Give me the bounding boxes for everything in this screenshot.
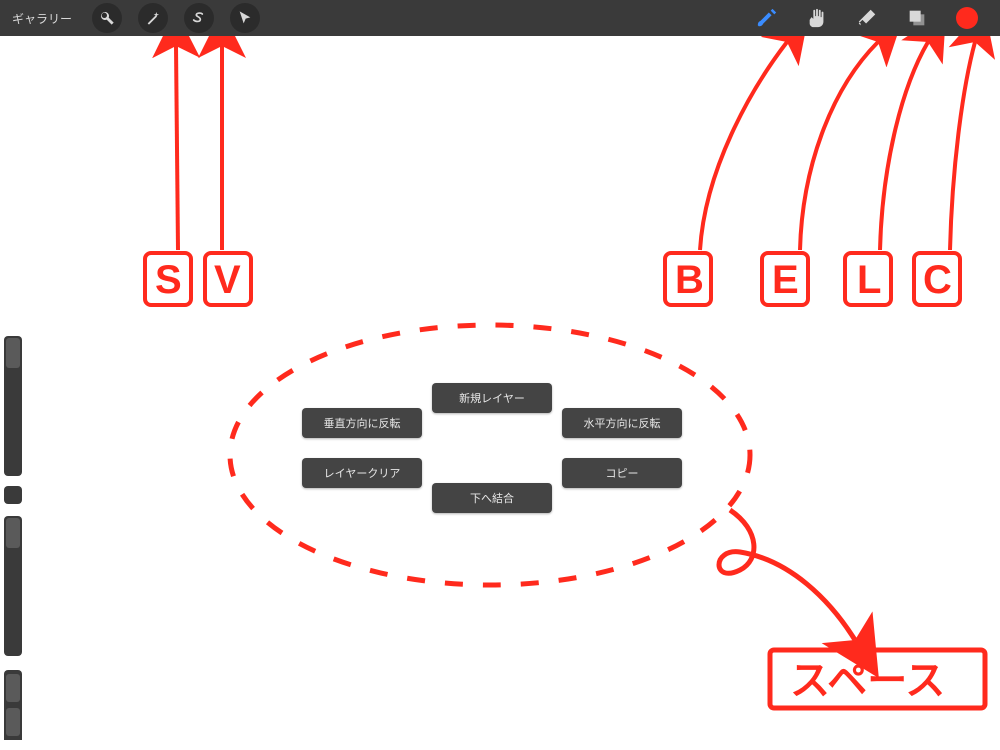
color-picker-button[interactable]	[954, 5, 980, 31]
cursor-arrow-icon	[237, 10, 253, 26]
quick-menu: 新規レイヤー 下へ結合 垂直方向に反転 レイヤークリア 水平方向に反転 コピー	[0, 0, 1000, 750]
annotation-b-label: B	[675, 258, 704, 302]
adjustments-button[interactable]	[138, 3, 168, 33]
annotation-space-label: スペース	[790, 659, 945, 703]
annotation-e-label: E	[772, 258, 799, 302]
eraser-icon	[856, 7, 878, 29]
brush-size-slider[interactable]	[4, 336, 22, 476]
smudge-tool-button[interactable]	[804, 5, 830, 31]
quick-menu-left-lower[interactable]: レイヤークリア	[302, 458, 422, 488]
wand-icon	[145, 10, 161, 26]
smudge-hand-icon	[806, 7, 828, 29]
brush-tool-button[interactable]	[754, 5, 780, 31]
transform-button[interactable]	[230, 3, 260, 33]
brush-icon	[756, 7, 778, 29]
annotations-layer: S V B E L C スペース	[0, 0, 1000, 750]
annotation-s-label: S	[155, 258, 182, 302]
quick-menu-left-upper[interactable]: 垂直方向に反転	[302, 408, 422, 438]
annotation-v-label: V	[214, 258, 241, 302]
gallery-button[interactable]: ギャラリー	[12, 10, 72, 27]
quick-menu-right-lower[interactable]: コピー	[562, 458, 682, 488]
annotation-c-label: C	[923, 258, 952, 302]
modify-button[interactable]	[4, 486, 22, 504]
layers-icon	[906, 7, 928, 29]
actions-button[interactable]	[92, 3, 122, 33]
annotation-l-label: L	[857, 258, 881, 302]
brush-opacity-slider[interactable]	[4, 516, 22, 656]
layers-button[interactable]	[904, 5, 930, 31]
undo-redo-bar[interactable]	[4, 670, 22, 740]
eraser-tool-button[interactable]	[854, 5, 880, 31]
selection-button[interactable]	[184, 3, 214, 33]
top-toolbar: ギャラリー	[0, 0, 1000, 36]
selection-s-icon	[191, 10, 207, 26]
quick-menu-top[interactable]: 新規レイヤー	[432, 383, 552, 413]
wrench-icon	[99, 10, 115, 26]
quick-menu-right-upper[interactable]: 水平方向に反転	[562, 408, 682, 438]
quick-menu-bottom[interactable]: 下へ結合	[432, 483, 552, 513]
color-swatch-icon	[956, 7, 978, 29]
